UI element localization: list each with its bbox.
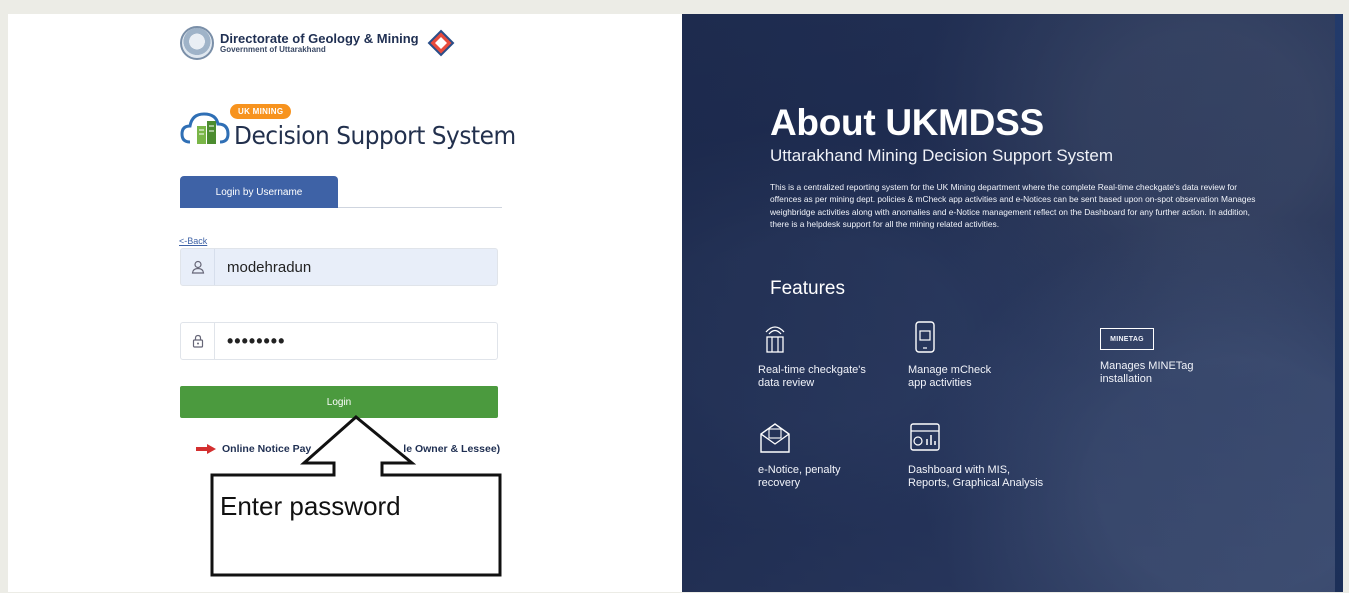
feature-dashboard-line2: Reports, Graphical Analysis [908,477,1044,489]
about-description: This is a centralized reporting system f… [770,182,1256,230]
dss-logo: UK MINING Decision Support System [180,104,537,150]
feature-minetag-line1: Manages MINETag [1100,360,1194,372]
org-header: Directorate of Geology & Mining Governme… [180,26,455,60]
dss-title: Decision Support System [234,121,516,150]
password-input[interactable] [215,330,485,352]
feature-mcheck: Manage mCheck app activities [908,320,991,390]
feature-dashboard-line1: Dashboard with MIS, [908,464,1011,476]
feature-enotice: e-Notice, penalty recovery [758,420,841,490]
feature-dashboard: Dashboard with MIS, Reports, Graphical A… [908,420,1043,490]
right-edge-strip [1335,14,1343,592]
lock-icon [181,323,215,359]
feature-enotice-line2: recovery [758,477,801,489]
annotation-text: Enter password [220,491,401,521]
org-subtitle: Government of Uttarakhand [220,44,326,54]
tab-login-by-username[interactable]: Login by Username [180,176,338,208]
feature-checkgate-line1: Real-time checkgate's [758,364,866,376]
checkgate-icon [765,326,785,353]
username-field[interactable] [180,248,498,286]
mobile-app-icon [915,321,935,353]
feature-checkgate-line2: data review [758,377,815,389]
cloud-building-icon [180,112,230,144]
org-title: Directorate of Geology & Mining [220,30,419,46]
envelope-notice-icon [760,423,790,453]
username-input[interactable] [215,258,485,276]
mining-logo-icon [427,29,455,57]
about-panel: About UKMDSS Uttarakhand Mining Decision… [682,14,1335,592]
uk-mining-badge: UK MINING [230,104,292,119]
user-icon [181,249,215,285]
minetag-icon: MINETAG [1100,328,1154,350]
features-title: Features [770,278,845,299]
about-title: About UKMDSS [770,102,1044,143]
feature-enotice-line1: e-Notice, penalty [758,464,841,476]
uttarakhand-emblem-icon [180,26,214,60]
feature-minetag: MINETAG Manages MINETag installation [1100,320,1194,386]
tab-divider [338,207,502,208]
feature-mcheck-line2: app activities [908,377,972,389]
about-subtitle: Uttarakhand Mining Decision Support Syst… [770,146,1113,165]
dashboard-icon [910,423,940,451]
feature-minetag-line2: installation [1100,373,1152,385]
feature-mcheck-line1: Manage mCheck [908,364,992,376]
password-field[interactable] [180,322,498,360]
feature-checkgate: Real-time checkgate's data review [758,320,866,390]
back-link[interactable]: <-Back [179,236,207,246]
